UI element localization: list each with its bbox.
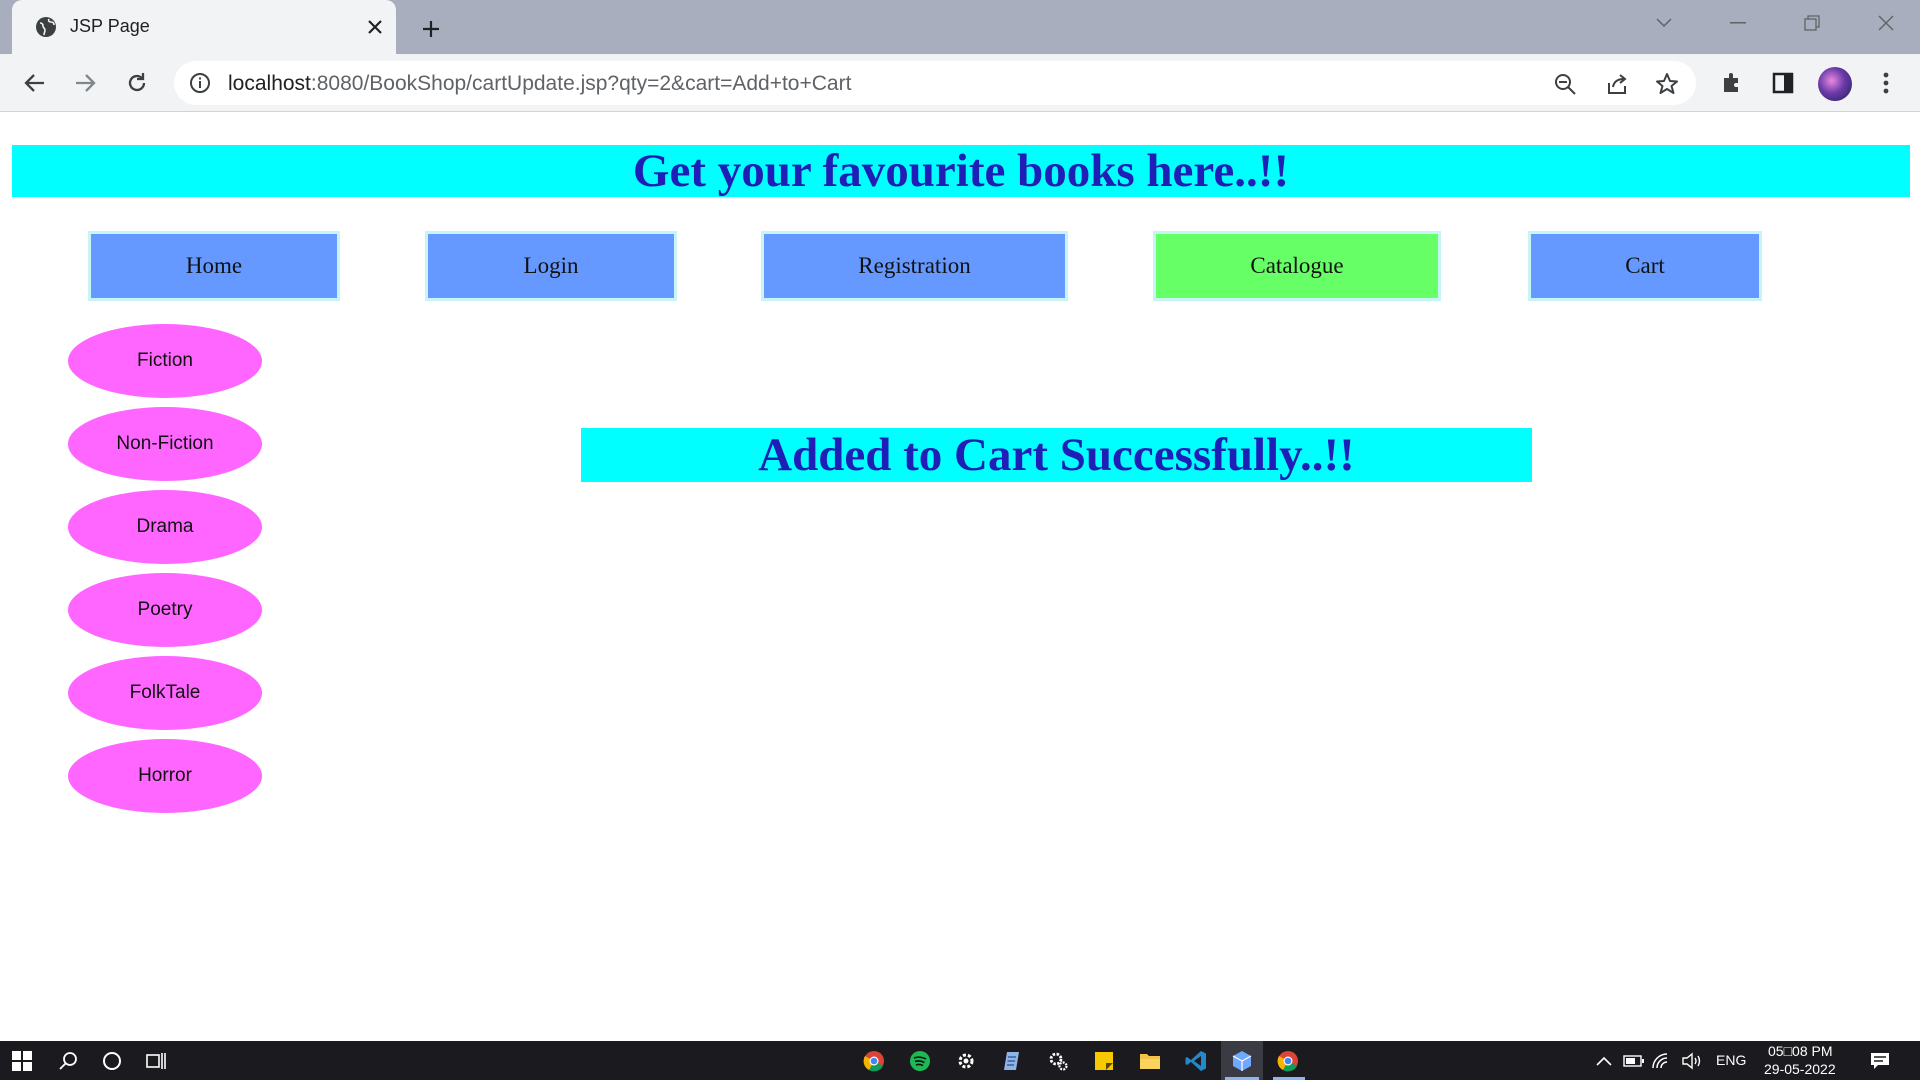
side-panel-icon[interactable] — [1767, 67, 1799, 99]
window-close-icon[interactable] — [1866, 8, 1906, 38]
tab-search-icon[interactable] — [1644, 8, 1684, 38]
info-icon[interactable] — [188, 71, 212, 95]
forward-icon[interactable] — [66, 64, 104, 102]
genre-horror[interactable]: Horror — [68, 739, 262, 813]
plus-icon[interactable] — [414, 12, 448, 46]
tab-title: JSP Page — [70, 16, 150, 36]
url-text[interactable]: localhost:8080/BookShop/cartUpdate.jsp?q… — [228, 72, 851, 96]
file-explorer-icon[interactable] — [1136, 1047, 1164, 1075]
tray-chevron-icon[interactable] — [1590, 1047, 1618, 1075]
more-icon[interactable] — [1870, 67, 1902, 99]
genre-fiction[interactable]: Fiction — [68, 324, 262, 398]
chrome-active-icon[interactable] — [1274, 1047, 1302, 1075]
reload-icon[interactable] — [118, 64, 156, 102]
zoom-out-icon[interactable] — [1550, 69, 1580, 99]
clock-date[interactable]: 29-05-2022 — [1764, 1061, 1836, 1077]
close-icon[interactable] — [360, 12, 390, 42]
genre-folktale[interactable]: FolkTale — [68, 656, 262, 730]
restore-icon[interactable] — [1792, 8, 1832, 38]
nav-catalogue[interactable]: Catalogue — [1153, 231, 1441, 301]
share-icon[interactable] — [1602, 69, 1632, 99]
network-icon[interactable] — [1648, 1047, 1676, 1075]
notepad-icon[interactable] — [998, 1047, 1026, 1075]
address-bar[interactable]: localhost:8080/BookShop/cartUpdate.jsp?q… — [174, 61, 1696, 105]
windows-start-icon[interactable] — [8, 1047, 36, 1075]
genre-drama[interactable]: Drama — [68, 490, 262, 564]
browser-titlebar: JSP Page — [0, 0, 1920, 54]
star-icon[interactable] — [1652, 69, 1682, 99]
globe-icon — [34, 15, 58, 39]
chrome-icon[interactable] — [860, 1047, 888, 1075]
cube-app-icon[interactable] — [1228, 1047, 1256, 1075]
clock-time[interactable]: 05□08 PM — [1768, 1043, 1833, 1059]
page-viewport: Get your favourite books here..!! Home L… — [0, 113, 1920, 1041]
spotify-icon[interactable] — [906, 1047, 934, 1075]
page-banner: Get your favourite books here..!! — [12, 145, 1910, 197]
task-view-icon[interactable] — [142, 1047, 170, 1075]
genre-poetry[interactable]: Poetry — [68, 573, 262, 647]
url-host: localhost — [228, 72, 311, 95]
url-path: :8080/BookShop/cartUpdate.jsp?qty=2&cart… — [310, 72, 852, 95]
extensions-icon[interactable] — [1716, 67, 1748, 99]
vscode-icon[interactable] — [1182, 1047, 1210, 1075]
nav-cart[interactable]: Cart — [1528, 231, 1762, 301]
settings-icon[interactable] — [952, 1047, 980, 1075]
gear-app-icon[interactable] — [1044, 1047, 1072, 1075]
cortana-icon[interactable] — [98, 1047, 126, 1075]
battery-icon[interactable] — [1620, 1047, 1648, 1075]
nav-login[interactable]: Login — [425, 231, 677, 301]
back-icon[interactable] — [16, 64, 54, 102]
sticky-notes-icon[interactable] — [1090, 1047, 1118, 1075]
search-icon[interactable] — [54, 1047, 82, 1075]
browser-toolbar: localhost:8080/BookShop/cartUpdate.jsp?q… — [0, 54, 1920, 112]
volume-icon[interactable] — [1678, 1047, 1706, 1075]
notification-icon[interactable] — [1866, 1047, 1894, 1075]
avatar[interactable] — [1818, 67, 1852, 101]
windows-taskbar: ENG 05□08 PM 29-05-2022 — [0, 1041, 1920, 1080]
language-indicator[interactable]: ENG — [1716, 1052, 1746, 1068]
browser-tab[interactable]: JSP Page — [12, 0, 396, 54]
minimize-icon[interactable] — [1718, 8, 1758, 38]
success-message: Added to Cart Successfully..!! — [581, 428, 1532, 482]
nav-home[interactable]: Home — [88, 231, 340, 301]
genre-non-fiction[interactable]: Non-Fiction — [68, 407, 262, 481]
nav-registration[interactable]: Registration — [761, 231, 1068, 301]
